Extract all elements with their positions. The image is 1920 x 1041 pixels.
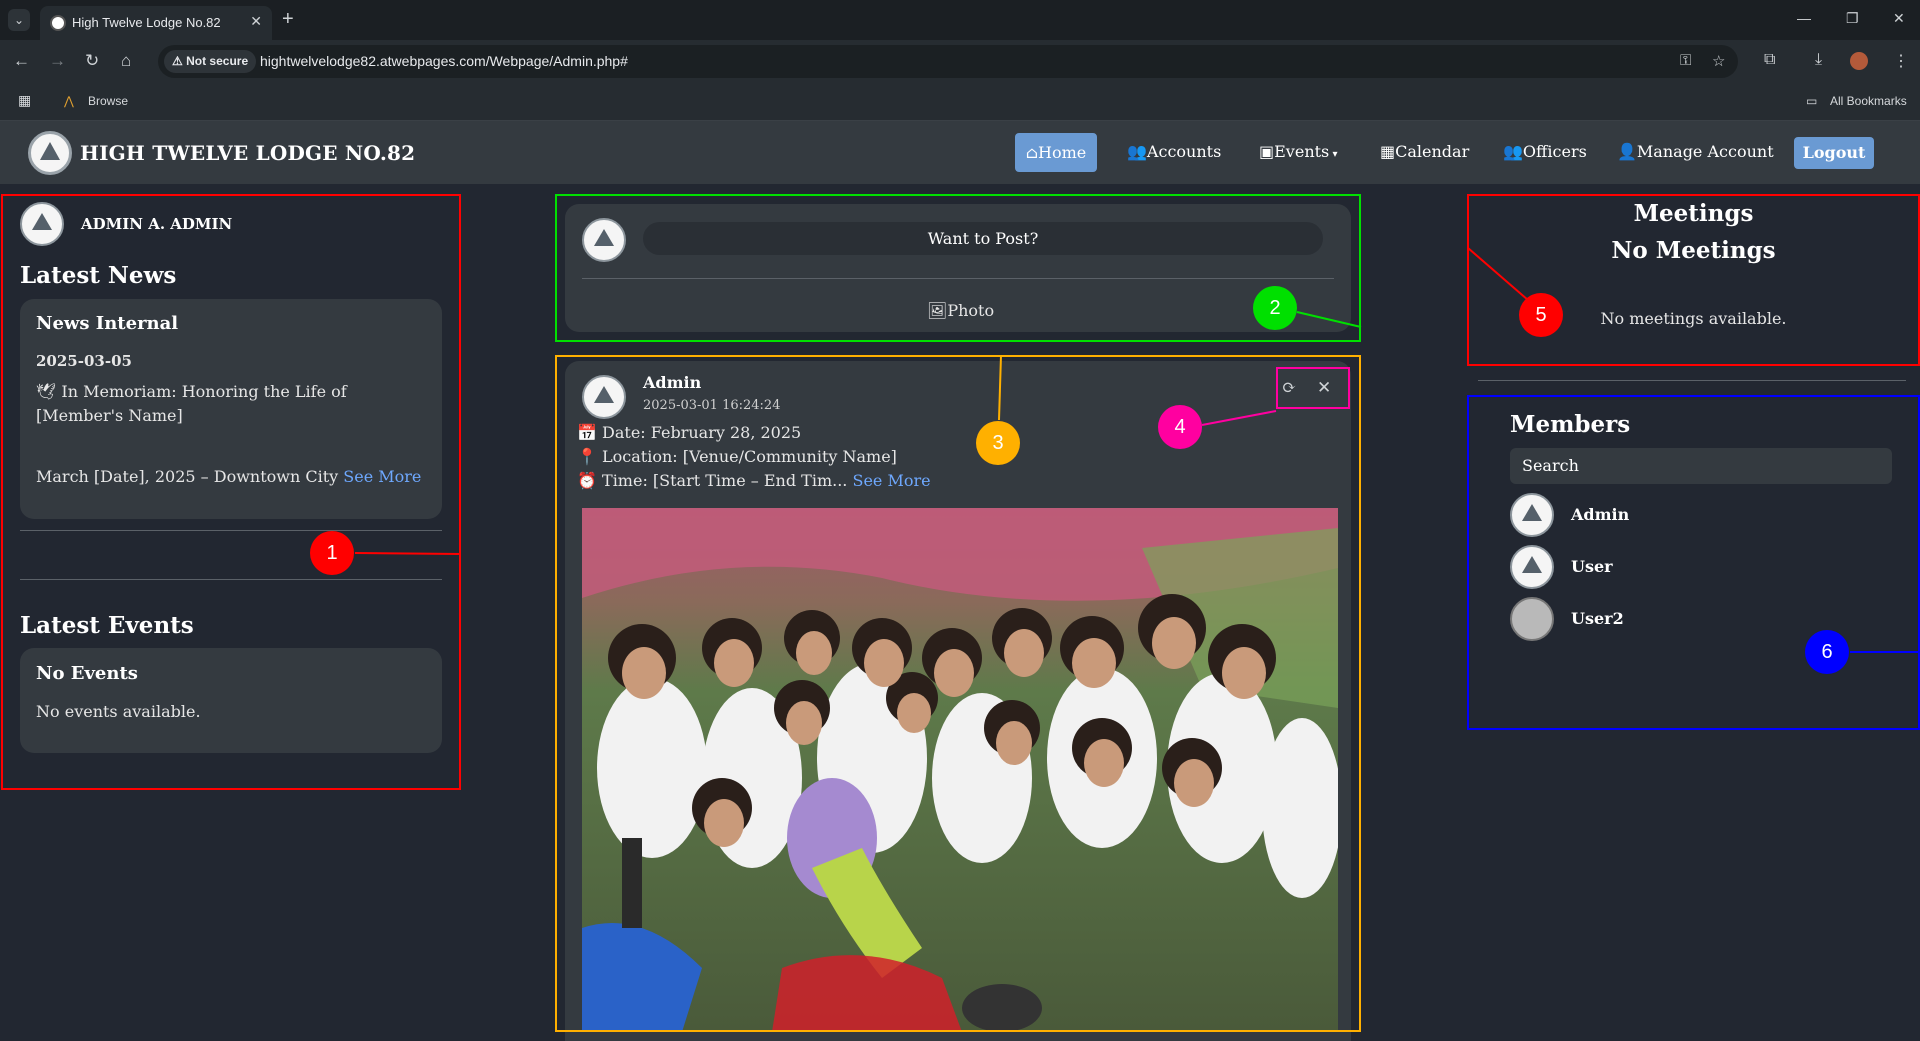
annotation-badge-2: 2 [1253,286,1297,330]
annotation-badge-3: 3 [976,421,1020,465]
annotation-leaders [354,247,1920,653]
annotation-badge-6: 6 [1805,630,1849,674]
annotation-badge-5: 5 [1519,293,1563,337]
annotation-badge-1: 1 [310,531,354,575]
annotation-badge-4: 4 [1158,405,1202,449]
